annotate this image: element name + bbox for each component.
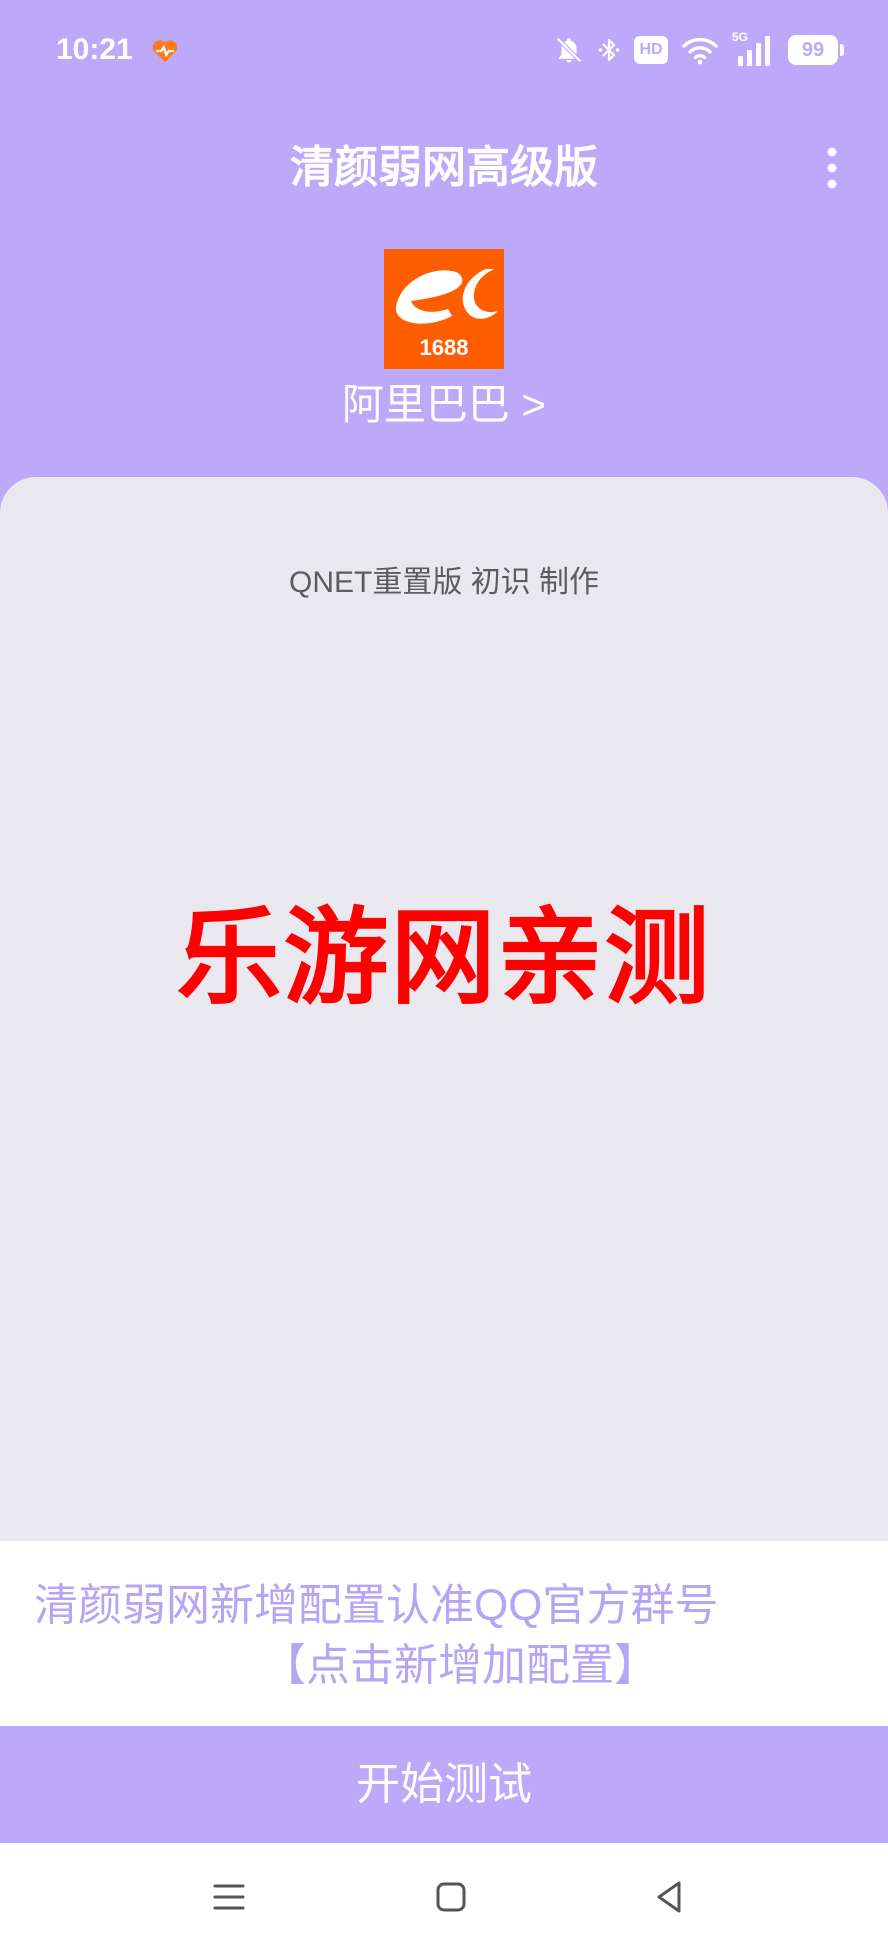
hd-icon: HD [634, 36, 668, 64]
battery-nub [840, 44, 844, 56]
notice-text: 清颜弱网新增配置认准QQ官方群号 [34, 1581, 719, 1630]
selected-app-name[interactable]: 阿里巴巴 > [0, 378, 888, 432]
wifi-icon [682, 37, 718, 65]
battery-icon: 99 [788, 35, 844, 65]
add-config-link[interactable]: 【点击新增加配置】 [262, 1639, 658, 1693]
watermark-text: 乐游网亲测 [176, 900, 712, 1017]
system-nav-bar [0, 1843, 888, 1954]
content-card: QNET重置版 初识 制作 乐游网亲测 [0, 477, 888, 1541]
signal-bars-icon [738, 36, 770, 66]
app-logo-icon[interactable]: 1688 [384, 249, 504, 369]
bell-mute-icon [556, 37, 582, 63]
status-time: 10:21 [56, 33, 133, 66]
home-icon[interactable] [435, 1881, 467, 1913]
more-vertical-icon[interactable] [822, 146, 842, 190]
back-icon[interactable] [653, 1879, 685, 1915]
start-test-button[interactable]: 开始测试 [0, 1726, 888, 1843]
bluetooth-icon [598, 38, 620, 62]
status-bar: 10:21 HD 5G 99 [0, 0, 888, 100]
app-logo-text: 1688 [420, 335, 469, 360]
config-notice: 清颜弱网新增配置认准QQ官方群号 【点击新增加配置】 [0, 1541, 888, 1726]
page-title: 清颜弱网高级版 [290, 143, 598, 192]
menu-icon[interactable] [212, 1881, 246, 1913]
credit-text: QNET重置版 初识 制作 [288, 566, 599, 599]
signal-5g-icon: 5G [732, 30, 774, 66]
status-icons: HD 5G 99 [554, 30, 844, 68]
heart-app-icon [152, 40, 178, 63]
battery-level: 99 [801, 39, 825, 61]
